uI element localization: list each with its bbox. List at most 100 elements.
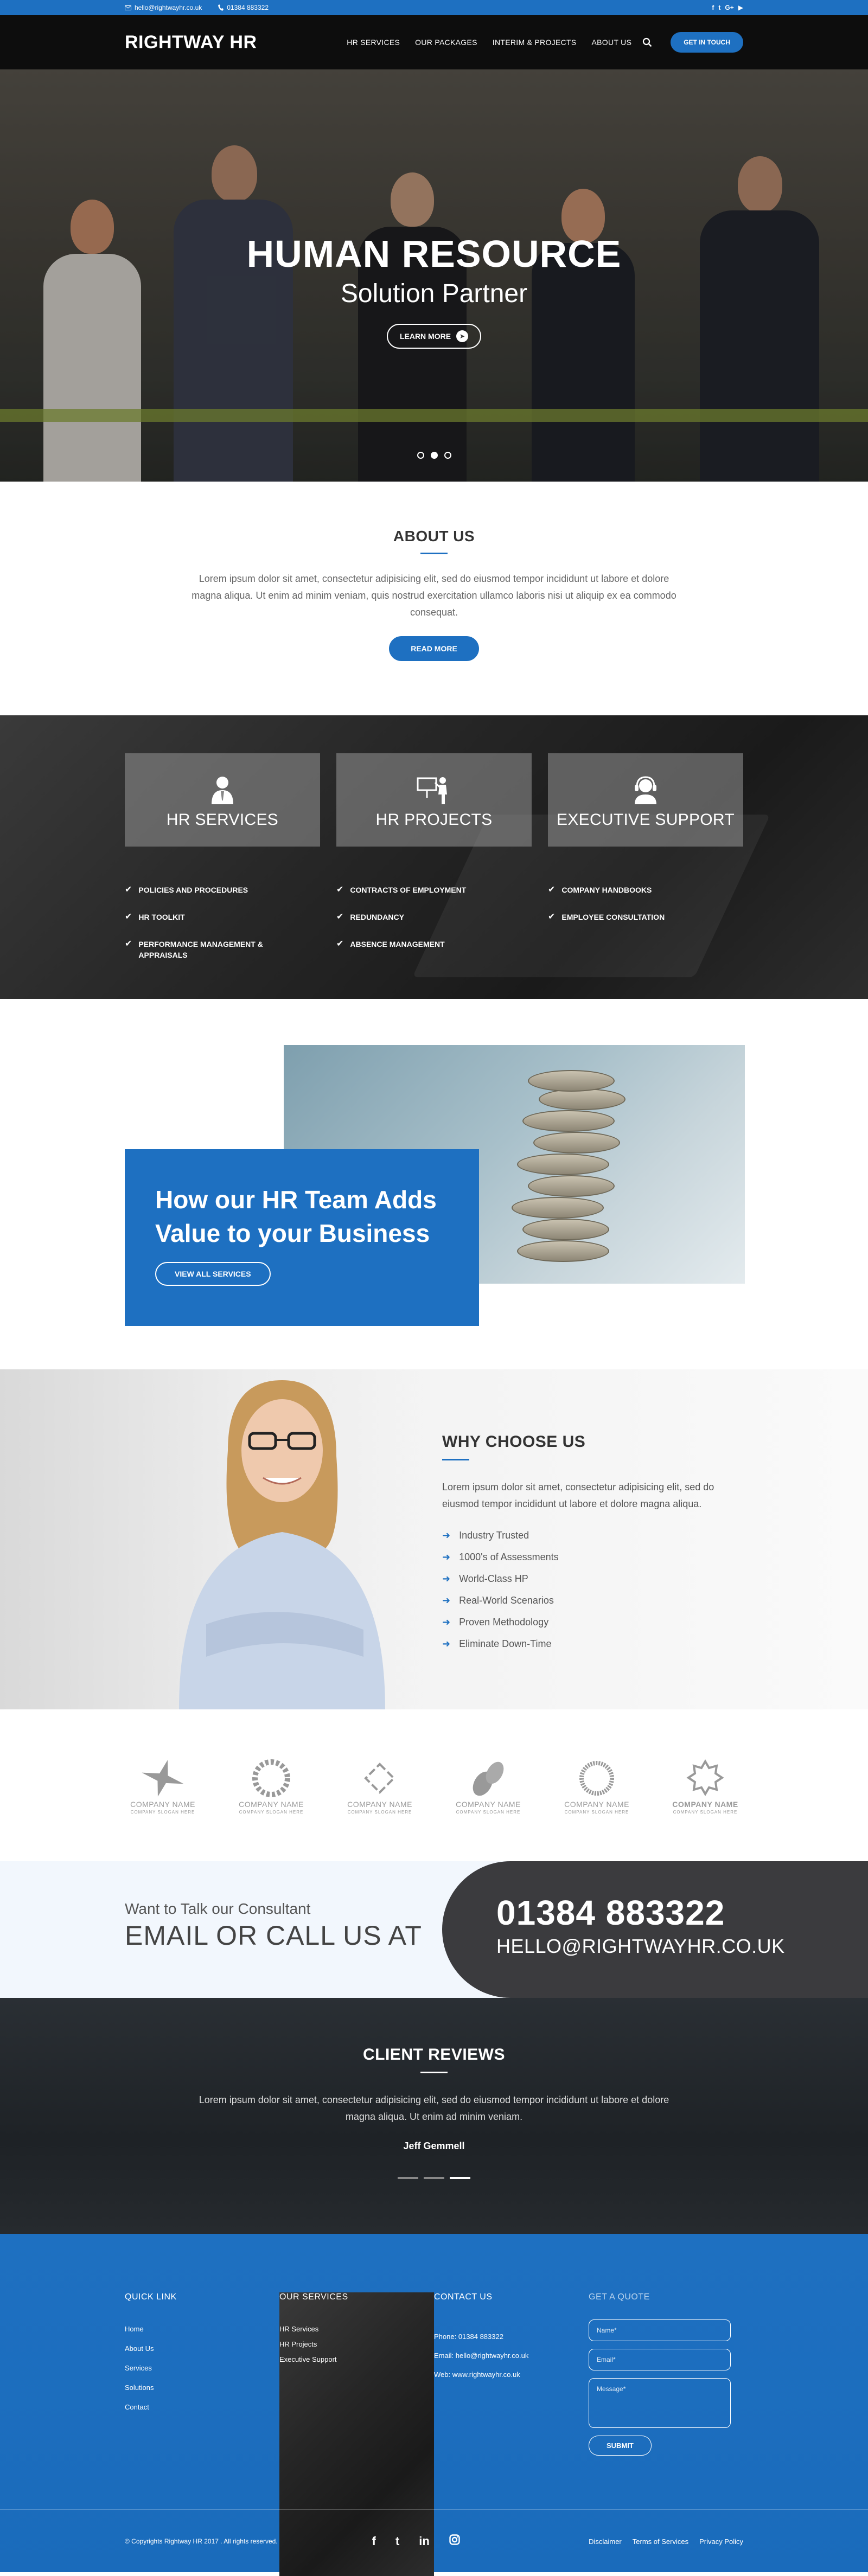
nav-hr-services[interactable]: HR SERVICES xyxy=(347,38,400,47)
footer: QUICK LINK Home About Us Services Soluti… xyxy=(0,2234,868,2576)
footer-link-home[interactable]: Home xyxy=(125,2325,279,2333)
presentation-icon xyxy=(336,775,532,805)
contact-email[interactable]: HELLO@RIGHTWAYHR.CO.UK xyxy=(496,1935,868,1958)
learn-more-button[interactable]: LEARN MORE ➤ xyxy=(386,324,482,349)
client-logo[interactable]: COMPANY NAME COMPANY SLOGAN HERE xyxy=(670,1757,741,1815)
check-icon: ✔ xyxy=(336,885,344,894)
footer-link-hr-projects[interactable]: HR Projects xyxy=(279,2340,434,2348)
reviews-title: CLIENT REVIEWS xyxy=(362,2046,505,2064)
read-more-button[interactable]: READ MORE xyxy=(389,636,479,661)
star-logo-icon xyxy=(127,1757,198,1800)
badge-logo-icon xyxy=(670,1757,741,1800)
headset-icon xyxy=(548,775,743,805)
coin xyxy=(517,1154,609,1175)
service-card-hr-services[interactable]: HR SERVICES xyxy=(125,753,320,847)
title-underline xyxy=(420,2072,448,2073)
copyright: © Copyrights Rightway HR 2017 . All righ… xyxy=(125,2537,278,2545)
person-icon xyxy=(125,775,320,805)
footer-link-solutions[interactable]: Solutions xyxy=(125,2383,279,2392)
topbar-phone[interactable]: 01384 883322 xyxy=(218,4,269,11)
nav-about-us[interactable]: ABOUT US xyxy=(592,38,632,47)
linkedin-icon[interactable]: in xyxy=(419,2534,430,2548)
hero-dot[interactable] xyxy=(444,452,451,459)
privacy-link[interactable]: Privacy Policy xyxy=(699,2537,743,2546)
client-logo[interactable]: COMPANY NAME COMPANY SLOGAN HERE xyxy=(344,1757,415,1815)
review-dot[interactable] xyxy=(398,2177,418,2179)
title-underline xyxy=(442,1459,469,1460)
client-logo[interactable]: COMPANY NAME COMPANY SLOGAN HERE xyxy=(453,1757,524,1815)
footer-phone[interactable]: Phone: 01384 883322 xyxy=(434,2333,589,2341)
footer-link-executive-support[interactable]: Executive Support xyxy=(279,2355,434,2363)
service-card-hr-projects[interactable]: HR PROJECTS xyxy=(336,753,532,847)
why-list-item: ➜ Eliminate Down-Time xyxy=(442,1638,552,1649)
main-menu: HR SERVICES OUR PACKAGES INTERIM & PROJE… xyxy=(347,38,631,47)
service-list: ✔ COMPANY HANDBOOKS ✔ EMPLOYEE CONSULTATIO… xyxy=(548,885,743,977)
service-card-label: EXECUTIVE SUPPORT xyxy=(557,811,735,829)
about-text: Lorem ipsum dolor sit amet, consectetur … xyxy=(192,573,676,618)
client-logo[interactable]: COMPANY NAME COMPANY SLOGAN HERE xyxy=(561,1757,632,1815)
facebook-icon[interactable]: f xyxy=(712,4,714,11)
footer-web[interactable]: Web: www.rightwayhr.co.uk xyxy=(434,2370,589,2379)
search-icon[interactable] xyxy=(642,37,652,47)
footer-link-services[interactable]: Services xyxy=(125,2364,279,2372)
coin xyxy=(522,1219,609,1240)
footer-email[interactable]: Email: hello@rightwayhr.co.uk xyxy=(434,2351,589,2360)
nav-our-packages[interactable]: OUR PACKAGES xyxy=(415,38,477,47)
footer-link-contact[interactable]: Contact xyxy=(125,2403,279,2411)
instagram-icon[interactable] xyxy=(449,2534,460,2548)
review-text: Lorem ipsum dolor sit amet, consectetur … xyxy=(199,2094,669,2122)
arrow-right-icon: ➜ xyxy=(442,1573,451,1584)
service-list-item: ✔ POLICIES AND PROCEDURES xyxy=(125,885,248,894)
quote-email-input[interactable]: Email* xyxy=(589,2349,731,2370)
service-list-item: ✔ CONTRACTS OF EMPLOYMENT xyxy=(336,885,467,894)
client-logo[interactable]: COMPANY NAME COMPANY SLOGAN HERE xyxy=(236,1757,307,1815)
about-section: ABOUT US Lorem ipsum dolor sit amet, con… xyxy=(0,482,868,715)
hero-dot[interactable] xyxy=(417,452,424,459)
review-dot[interactable] xyxy=(424,2177,444,2179)
view-all-services-button[interactable]: VIEW ALL SERVICES xyxy=(155,1262,271,1286)
topbar-email[interactable]: hello@rightwayhr.co.uk xyxy=(125,4,202,11)
disclaimer-link[interactable]: Disclaimer xyxy=(589,2537,622,2546)
youtube-icon[interactable]: ▶ xyxy=(738,4,743,11)
footer-legal-links: Disclaimer Terms of Services Privacy Pol… xyxy=(589,2537,743,2546)
terms-link[interactable]: Terms of Services xyxy=(633,2537,688,2546)
google-plus-icon[interactable]: G+ xyxy=(725,4,733,11)
arrow-right-icon: ➜ xyxy=(442,1638,451,1649)
arrow-right-icon: ➜ xyxy=(442,1594,451,1606)
check-icon: ✔ xyxy=(548,912,556,921)
arrow-right-icon: ➜ xyxy=(442,1551,451,1562)
hero-title: HUMAN RESOURCE xyxy=(246,233,622,275)
service-list-item: ✔ COMPANY HANDBOOKS xyxy=(548,885,652,894)
get-in-touch-button[interactable]: GET IN TOUCH xyxy=(671,32,743,53)
submit-button[interactable]: SUBMIT xyxy=(589,2436,652,2456)
why-list-item: ➜ Real-World Scenarios xyxy=(442,1594,554,1606)
check-icon: ✔ xyxy=(125,912,132,921)
footer-heading: OUR SERVICES xyxy=(279,2292,348,2302)
logo[interactable]: RIGHTWAY HR xyxy=(125,32,257,53)
hero-dot-active[interactable] xyxy=(430,452,438,459)
contact-details-panel: 01384 883322 HELLO@RIGHTWAYHR.CO.UK xyxy=(442,1861,868,1998)
twitter-icon[interactable]: t xyxy=(395,2534,399,2548)
client-logos: COMPANY NAME COMPANY SLOGAN HERE COMPANY … xyxy=(127,1757,741,1815)
service-list-item: ✔ PERFORMANCE MANAGEMENT & APPRAISALS xyxy=(125,939,263,959)
review-dot-active[interactable] xyxy=(450,2177,470,2179)
client-logo[interactable]: COMPANY NAME COMPANY SLOGAN HERE xyxy=(127,1757,198,1815)
service-card-label: HR SERVICES xyxy=(166,811,279,829)
contact-small-text: Want to Talk our Consultant xyxy=(125,1900,311,1917)
client-logos-section: COMPANY NAME COMPANY SLOGAN HERE COMPANY … xyxy=(0,1709,868,1861)
service-card-executive-support[interactable]: EXECUTIVE SUPPORT xyxy=(548,753,743,847)
nav-interim-projects[interactable]: INTERIM & PROJECTS xyxy=(493,38,577,47)
quote-name-input[interactable]: Name* xyxy=(589,2319,731,2341)
footer-link-about[interactable]: About Us xyxy=(125,2344,279,2353)
twitter-icon[interactable]: t xyxy=(718,4,720,11)
contact-banner: Want to Talk our Consultant EMAIL OR CAL… xyxy=(0,1861,868,1998)
footer-link-hr-services[interactable]: HR Services xyxy=(279,2325,434,2333)
coin xyxy=(528,1070,615,1092)
consultant-photo xyxy=(179,1380,385,1709)
hero-pagination xyxy=(0,452,868,459)
service-list-item: ✔ ABSENCE MANAGEMENT xyxy=(336,939,445,949)
check-icon: ✔ xyxy=(548,885,556,894)
contact-phone[interactable]: 01384 883322 xyxy=(496,1893,868,1933)
facebook-icon[interactable]: f xyxy=(372,2534,376,2548)
quote-message-textarea[interactable]: Message* xyxy=(589,2378,731,2428)
